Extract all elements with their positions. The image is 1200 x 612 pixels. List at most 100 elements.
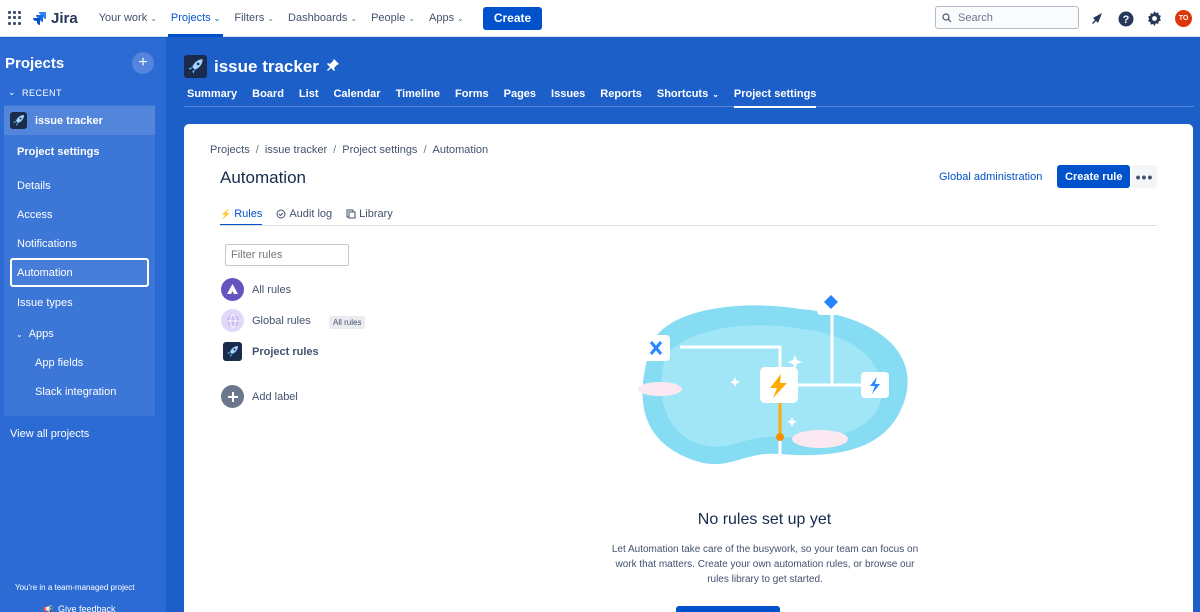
sidebar-item-details[interactable]: Details <box>17 180 51 192</box>
search-input[interactable]: Search <box>935 6 1079 29</box>
nav-apps[interactable]: Apps ⌄ <box>422 0 471 37</box>
automation-subtabs: ⚡ Rules Audit log Library <box>220 208 393 226</box>
tab-rules-label: Rules <box>234 208 263 220</box>
tab-library[interactable]: Library <box>346 208 393 226</box>
breadcrumb-project-settings[interactable]: Project settings <box>342 144 417 156</box>
tab-reports[interactable]: Reports <box>600 88 642 108</box>
nav-label: Filters <box>234 12 265 24</box>
empty-state-title: No rules set up yet <box>697 511 832 528</box>
global-administration-link[interactable]: Global administration <box>939 171 1042 183</box>
create-button[interactable]: Create <box>482 6 543 30</box>
jira-logo-icon <box>33 12 46 25</box>
tab-audit-log-label: Audit log <box>289 208 333 220</box>
tab-shortcuts[interactable]: Shortcuts ⌄ <box>657 88 719 108</box>
atlassian-icon <box>221 278 244 301</box>
nav-dashboards[interactable]: Dashboards ⌄ <box>281 0 364 37</box>
tab-project-settings[interactable]: Project settings <box>733 88 816 108</box>
sidebar-item-notifications[interactable]: Notifications <box>17 238 77 250</box>
chevron-down-icon: ⌄ <box>213 13 221 23</box>
chevron-down-icon: ⌄ <box>457 13 464 23</box>
sidebar-item-automation[interactable]: Automation <box>10 258 149 287</box>
sidebar-project-issue-tracker[interactable]: issue tracker <box>4 106 155 135</box>
rocket-icon <box>184 55 207 78</box>
avatar[interactable]: TO <box>1175 10 1192 27</box>
team-managed-note: You're in a team-managed project <box>15 583 135 592</box>
tab-issues[interactable]: Issues <box>551 88 585 108</box>
sidebar-item-access[interactable]: Access <box>17 209 52 221</box>
chevron-down-icon: ⌄ <box>16 329 23 339</box>
add-label-button[interactable]: Add label <box>221 385 298 408</box>
create-rule-button[interactable]: Create rule <box>1057 165 1131 188</box>
rule-filter-all-rules[interactable]: All rules <box>221 278 291 301</box>
nav-label: Projects <box>170 12 211 24</box>
notifications-icon[interactable] <box>1088 10 1105 27</box>
nav-people[interactable]: People ⌄ <box>364 0 422 37</box>
tabs-divider <box>184 106 1194 107</box>
tab-shortcuts-label: Shortcuts <box>656 88 709 100</box>
browse-library-button[interactable] <box>676 606 780 612</box>
tab-rules[interactable]: ⚡ Rules <box>220 208 263 226</box>
tab-pages[interactable]: Pages <box>504 88 536 108</box>
tab-library-label: Library <box>359 208 393 220</box>
page-title: Automation <box>220 168 306 187</box>
sidebar-item-app-fields[interactable]: App fields <box>35 357 83 369</box>
tab-list[interactable]: List <box>299 88 319 108</box>
give-feedback-label: Give feedback <box>57 604 116 612</box>
sidebar: Projects + ⌄ RECENT issue tracker Projec… <box>0 38 166 612</box>
tab-summary[interactable]: Summary <box>187 88 237 108</box>
nav-label: People <box>371 12 406 24</box>
lightning-icon: ⚡ <box>220 208 232 219</box>
plus-circle-icon <box>221 385 244 408</box>
sidebar-item-issue-types[interactable]: Issue types <box>17 297 73 309</box>
rule-filter-label: All rules <box>252 283 292 296</box>
chevron-down-icon: ⌄ <box>267 13 275 23</box>
nav-projects[interactable]: Projects ⌄ <box>164 0 227 37</box>
tab-board[interactable]: Board <box>252 88 284 108</box>
view-all-projects-link[interactable]: View all projects <box>10 428 89 440</box>
gear-icon[interactable] <box>1146 10 1163 27</box>
check-circle-icon <box>276 209 286 219</box>
sidebar-section-project-settings[interactable]: Project settings <box>17 146 100 158</box>
nav-your-work[interactable]: Your work ⌄ <box>92 0 164 37</box>
sidebar-title: Projects <box>5 54 65 72</box>
breadcrumb-separator: / <box>423 144 427 156</box>
sidebar-apps-label: Apps <box>28 328 54 340</box>
rule-filter-label: Project rules <box>252 345 319 358</box>
filter-rules-input[interactable] <box>225 244 349 266</box>
rule-filter-project-rules[interactable]: Project rules <box>221 340 319 363</box>
chevron-down-icon: ⌄ <box>150 13 157 23</box>
tab-forms[interactable]: Forms <box>455 88 489 108</box>
breadcrumb-separator: / <box>333 144 337 156</box>
rule-filter-label: Global rules <box>252 314 311 327</box>
sidebar-item-apps[interactable]: ⌄ Apps <box>16 328 54 340</box>
pin-icon[interactable] <box>326 58 340 75</box>
breadcrumb-automation[interactable]: Automation <box>433 144 489 156</box>
tab-calendar[interactable]: Calendar <box>333 88 380 108</box>
tooltip: All rules <box>329 316 366 329</box>
nav-filters[interactable]: Filters ⌄ <box>227 0 281 37</box>
svg-text:?: ? <box>1122 14 1129 26</box>
tab-timeline[interactable]: Timeline <box>396 88 440 108</box>
recent-label: RECENT <box>22 87 63 98</box>
breadcrumb-projects[interactable]: Projects <box>210 144 250 156</box>
globe-icon <box>221 309 244 332</box>
empty-state-description: Let Automation take care of the busywork… <box>611 544 919 585</box>
app-switcher-icon[interactable] <box>8 11 22 25</box>
jira-logo[interactable]: Jira <box>32 10 78 27</box>
recent-section[interactable]: ⌄ RECENT <box>8 87 62 98</box>
help-icon[interactable]: ? <box>1117 10 1134 27</box>
give-feedback-link[interactable]: 📢 Give feedback <box>43 604 116 612</box>
nav-label: Your work <box>98 12 148 24</box>
search-placeholder: Search <box>958 11 993 24</box>
chevron-down-icon: ⌄ <box>8 87 17 97</box>
sidebar-item-slack-integration[interactable]: Slack integration <box>35 386 116 398</box>
add-project-button[interactable]: + <box>132 52 154 74</box>
tab-audit-log[interactable]: Audit log <box>276 208 332 226</box>
more-options-button[interactable]: ••• <box>1132 165 1157 188</box>
nav-label: Dashboards <box>288 12 348 24</box>
breadcrumb-issue-tracker[interactable]: issue tracker <box>265 144 327 156</box>
chevron-down-icon: ⌄ <box>712 89 719 99</box>
project-header: issue tracker <box>184 55 340 78</box>
rule-filter-global-rules[interactable]: Global rules <box>221 309 311 332</box>
project-title: issue tracker <box>214 56 319 76</box>
